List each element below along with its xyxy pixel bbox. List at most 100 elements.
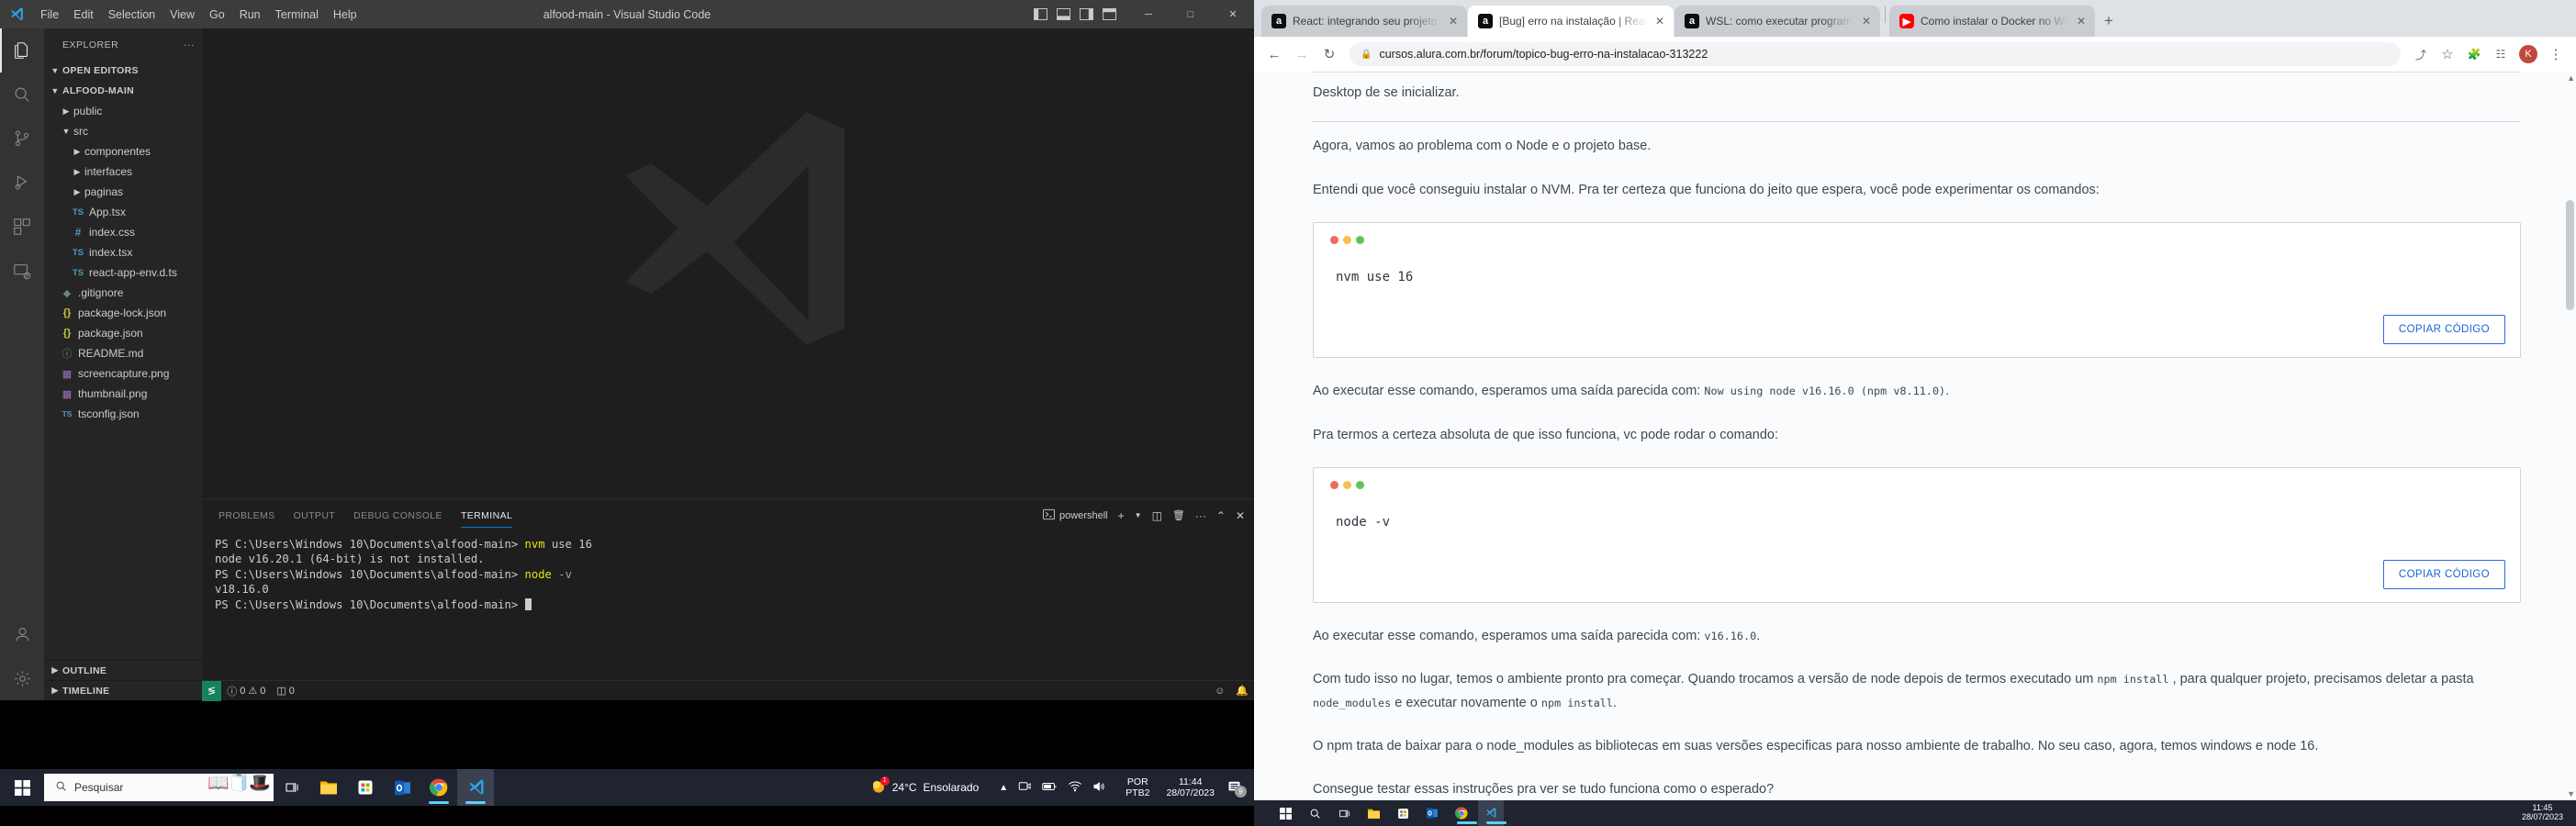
- file-explorer-button-right[interactable]: [1361, 800, 1386, 826]
- tree-item-package-json[interactable]: {} package.json: [44, 323, 202, 343]
- terminal-profile-chevron-icon[interactable]: ▼: [1135, 511, 1142, 519]
- terminal-shell-selector[interactable]: powershell: [1043, 508, 1108, 523]
- tree-item-react-app-env[interactable]: TS react-app-env.d.ts: [44, 262, 202, 283]
- section-open-editors[interactable]: ▼ OPEN EDITORS: [44, 61, 202, 81]
- reload-button-icon[interactable]: ↻: [1316, 41, 1342, 67]
- file-explorer-button[interactable]: [310, 769, 347, 806]
- browser-tab-1[interactable]: a [Bug] erro na instalação | React: i ✕: [1468, 6, 1674, 37]
- chrome-menu-icon[interactable]: ⋮: [2543, 41, 2569, 67]
- window-close-button[interactable]: ✕: [1212, 0, 1254, 28]
- panel-more-actions-button[interactable]: ···: [1195, 509, 1206, 522]
- panel-close-button[interactable]: ✕: [1236, 509, 1245, 522]
- file-tree[interactable]: ▶ public ▼ src ▶ componentes ▶ interfaces ▶ p…: [44, 101, 202, 424]
- browser-tab-2[interactable]: a WSL: como executar programas e ✕: [1674, 6, 1880, 37]
- terminal-split-button[interactable]: ◫: [1152, 509, 1162, 522]
- status-remote-indicator[interactable]: ≶: [202, 680, 222, 701]
- wifi-icon[interactable]: [1068, 780, 1082, 795]
- copy-code-button[interactable]: COPIAR CÓDIGO: [2382, 315, 2505, 345]
- volume-icon[interactable]: [1092, 780, 1107, 796]
- clock-right[interactable]: 11:45 28/07/2023: [2522, 803, 2576, 822]
- tab-debug-console[interactable]: DEBUG CONSOLE: [353, 503, 442, 528]
- back-button-icon[interactable]: ←: [1261, 41, 1287, 67]
- activitybar-explorer[interactable]: [0, 28, 44, 73]
- vscode-window-controls[interactable]: ─ □ ✕: [1127, 0, 1254, 28]
- tab-problems[interactable]: PROBLEMS: [218, 503, 275, 528]
- section-timeline[interactable]: ▶ TIMELINE: [44, 680, 202, 700]
- start-button-right[interactable]: [1272, 800, 1298, 826]
- visual-studio-code-button-right[interactable]: [1478, 800, 1506, 826]
- search-button-right[interactable]: [1302, 800, 1327, 826]
- language-indicator[interactable]: POR PTB2: [1118, 776, 1157, 798]
- extensions-puzzle-icon[interactable]: 🧩: [2461, 41, 2487, 67]
- browser-tab-3[interactable]: ▶ Como instalar o Docker no Windo ✕: [1889, 6, 2095, 37]
- tree-item-package-lock-json[interactable]: {} package-lock.json: [44, 303, 202, 323]
- customize-layout-icon[interactable]: [1103, 8, 1116, 20]
- activitybar-source-control[interactable]: [0, 117, 44, 161]
- status-notifications-bell-icon[interactable]: 🔔: [1230, 685, 1254, 697]
- terminal-kill-button[interactable]: 🗑: [1172, 509, 1185, 521]
- google-chrome-button[interactable]: [420, 769, 457, 806]
- menu-selection[interactable]: Selection: [101, 6, 162, 24]
- visual-studio-code-button[interactable]: [457, 769, 494, 806]
- window-maximize-button[interactable]: □: [1170, 0, 1212, 28]
- task-view-button-right[interactable]: [1331, 800, 1357, 826]
- tree-item-src[interactable]: ▼ src: [44, 121, 202, 141]
- tree-item-tsconfig-json[interactable]: TS tsconfig.json: [44, 404, 202, 424]
- activitybar-remote-explorer[interactable]: [0, 249, 44, 293]
- show-hidden-icons-chevron-icon[interactable]: ▲: [999, 783, 1008, 793]
- tree-item-screencapture-png[interactable]: ▦ screencapture.png: [44, 363, 202, 384]
- notification-center-button[interactable]: 9: [1224, 780, 1249, 798]
- google-chrome-button-right[interactable]: [1449, 800, 1477, 826]
- section-alfood-main[interactable]: ▼ ALFOOD-MAIN: [44, 81, 202, 101]
- search-box[interactable]: Pesquisar 📖🧻🎩: [44, 774, 274, 801]
- explorer-more-actions-icon[interactable]: ···: [184, 39, 195, 50]
- forward-button-icon[interactable]: →: [1289, 41, 1315, 67]
- browser-tab-0[interactable]: a React: integrando seu projeto Rea ✕: [1261, 6, 1467, 37]
- toggle-secondary-sidebar-icon[interactable]: [1080, 8, 1093, 20]
- tree-item-index-tsx[interactable]: TS index.tsx: [44, 242, 202, 262]
- task-view-button[interactable]: [274, 769, 310, 806]
- new-tab-button[interactable]: +: [2096, 8, 2122, 34]
- panel-tabs[interactable]: PROBLEMS OUTPUT DEBUG CONSOLE TERMINAL p…: [202, 499, 1254, 531]
- vscode-layout-controls[interactable]: [1034, 0, 1116, 28]
- tab-terminal[interactable]: TERMINAL: [460, 503, 513, 528]
- microsoft-store-button-right[interactable]: [1390, 800, 1416, 826]
- bookmark-star-icon[interactable]: ☆: [2435, 41, 2460, 67]
- address-bar[interactable]: 🔒 cursos.alura.com.br/forum/topico-bug-e…: [1350, 42, 2401, 66]
- activitybar-extensions[interactable]: [0, 205, 44, 249]
- menu-go[interactable]: Go: [202, 6, 232, 24]
- status-ports[interactable]: ◫ 0: [271, 685, 300, 698]
- toggle-primary-sidebar-icon[interactable]: [1034, 8, 1047, 20]
- outlook-button[interactable]: [384, 769, 420, 806]
- tree-item-index-css[interactable]: # index.css: [44, 222, 202, 242]
- menu-run[interactable]: Run: [232, 6, 268, 24]
- camera-icon[interactable]: [1018, 780, 1032, 795]
- panel-actions[interactable]: powershell + ▼ ◫ 🗑 ··· ⌃ ✕: [1043, 499, 1245, 531]
- tree-item-interfaces[interactable]: ▶ interfaces: [44, 162, 202, 182]
- tree-item-readme-md[interactable]: ⓘ README.md: [44, 343, 202, 363]
- panel-maximize-button[interactable]: ⌃: [1216, 509, 1226, 522]
- scroll-up-arrow-icon[interactable]: ▲: [2567, 73, 2575, 83]
- start-button[interactable]: [0, 769, 44, 806]
- menu-view[interactable]: View: [162, 6, 202, 24]
- tab-close-icon[interactable]: ✕: [1653, 15, 1666, 28]
- status-feedback[interactable]: ☺: [1209, 686, 1230, 697]
- tree-item-thumbnail-png[interactable]: ▦ thumbnail.png: [44, 384, 202, 404]
- tab-close-icon[interactable]: ✕: [1860, 15, 1873, 28]
- terminal-output[interactable]: PS C:\Users\Windows 10\Documents\alfood-…: [202, 531, 1254, 680]
- profile-avatar[interactable]: K: [2519, 45, 2537, 63]
- tree-item-paginas[interactable]: ▶ paginas: [44, 182, 202, 202]
- scroll-down-arrow-icon[interactable]: ▼: [2567, 789, 2575, 798]
- tree-item-public[interactable]: ▶ public: [44, 101, 202, 121]
- activitybar-accounts[interactable]: [0, 612, 44, 656]
- weather-widget[interactable]: 1 24°C Ensolarado: [862, 776, 989, 797]
- clock[interactable]: 11:44 28/07/2023: [1159, 776, 1222, 798]
- copy-code-button[interactable]: COPIAR CÓDIGO: [2382, 559, 2505, 589]
- microsoft-store-button[interactable]: [347, 769, 384, 806]
- terminal-new-button[interactable]: +: [1118, 509, 1125, 522]
- activitybar-run-and-debug[interactable]: [0, 161, 44, 205]
- share-icon[interactable]: ⤴: [2408, 41, 2434, 67]
- menu-help[interactable]: Help: [326, 6, 364, 24]
- battery-icon[interactable]: [1042, 781, 1058, 795]
- page-scrollbar[interactable]: ▲ ▼: [2564, 72, 2576, 800]
